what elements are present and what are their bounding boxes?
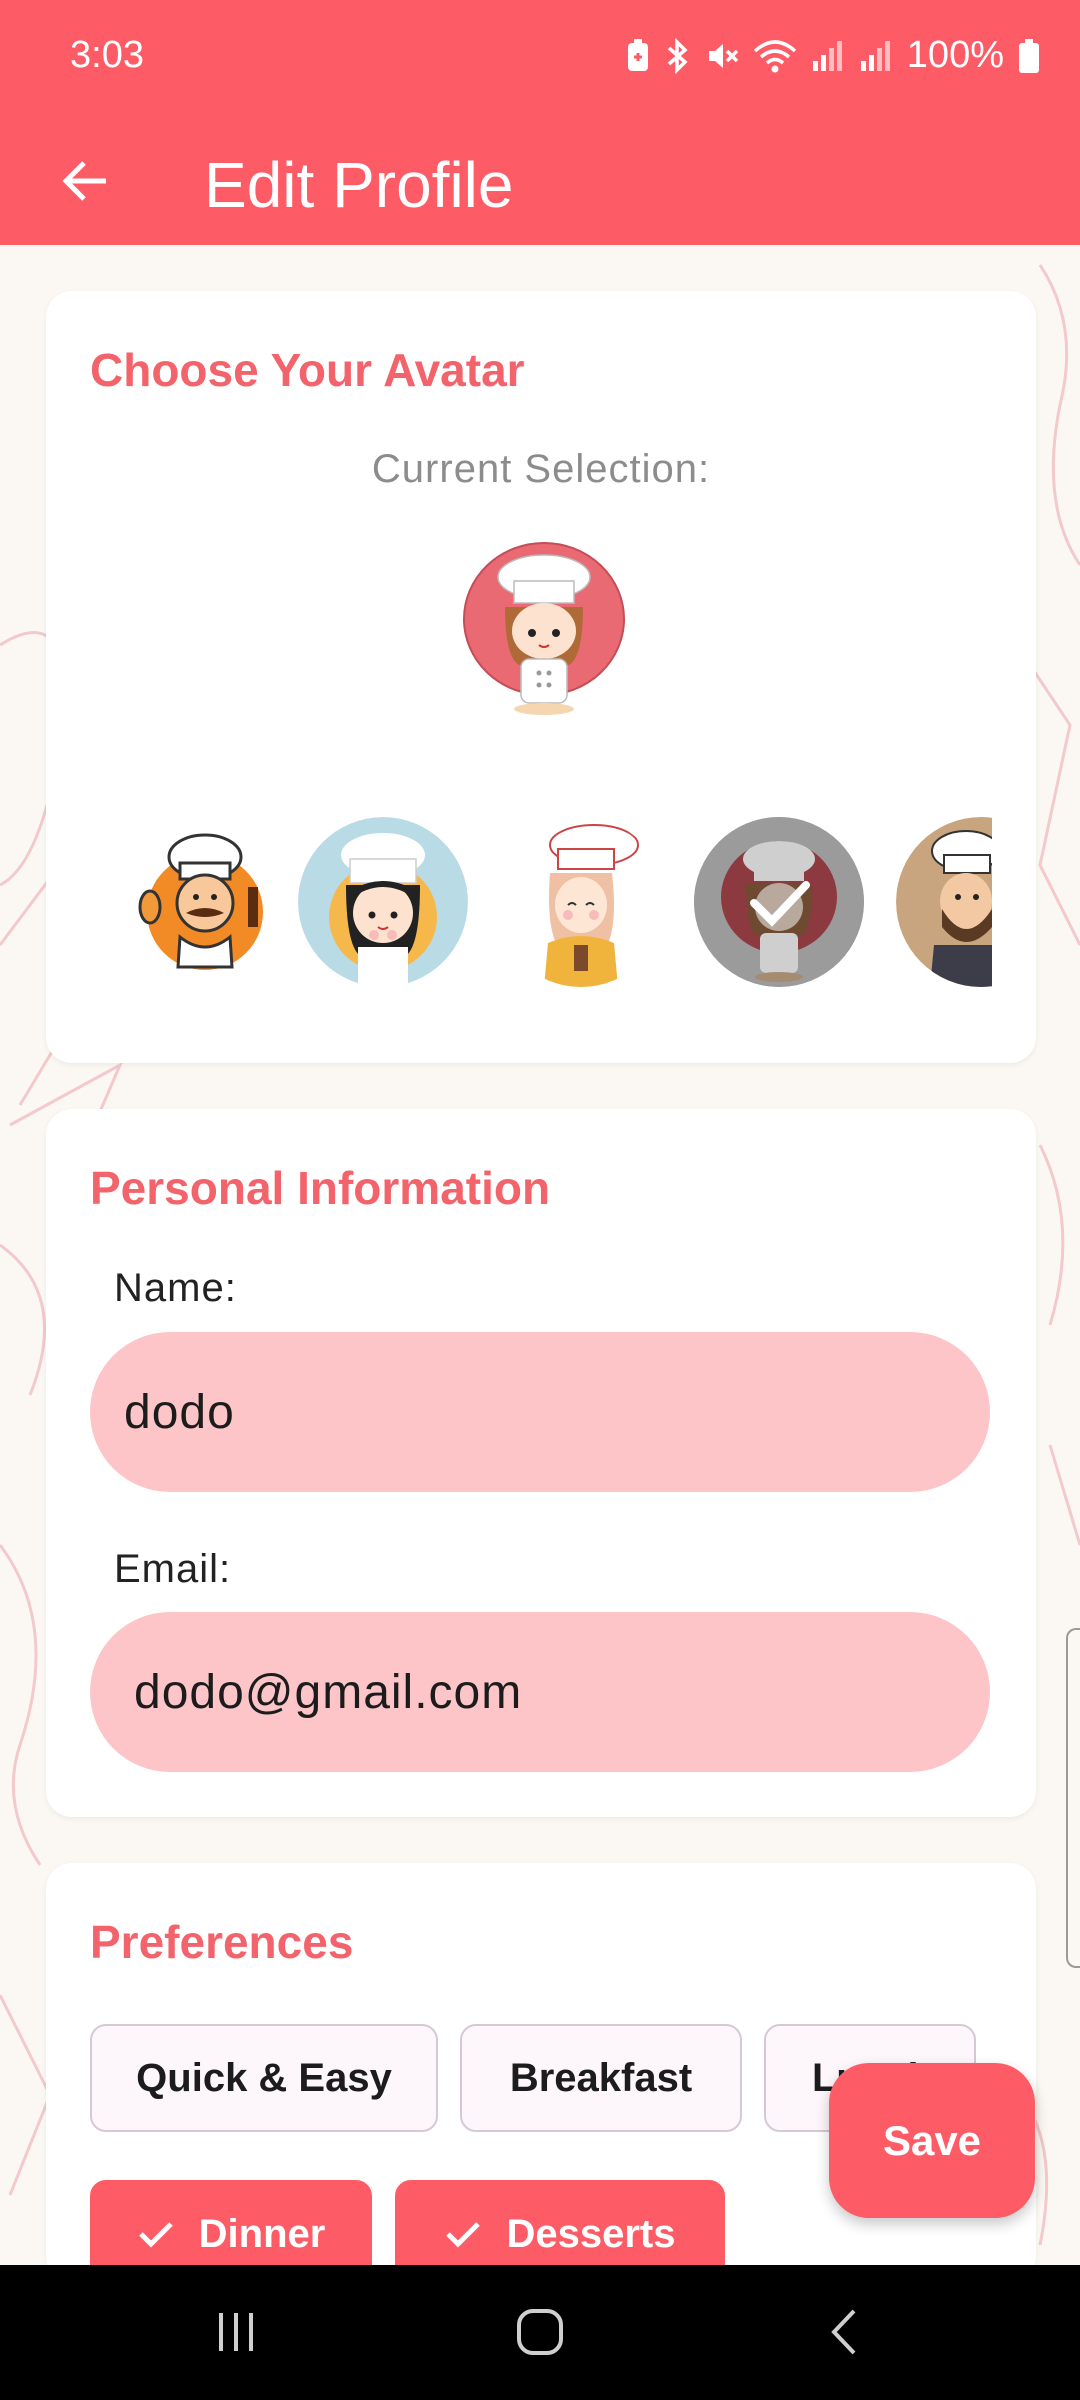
signal-icon-2 [860, 40, 890, 71]
recent-apps-icon [219, 2313, 253, 2351]
app-bar: Edit Profile [0, 118, 1080, 245]
chip-label: Desserts [506, 2211, 676, 2256]
avatar-option-chef-bearded[interactable] [896, 817, 992, 987]
recent-apps-button[interactable] [196, 2295, 276, 2369]
chip-label: Breakfast [509, 2055, 693, 2100]
chip-breakfast[interactable]: Breakfast [460, 2024, 742, 2132]
mute-icon [708, 43, 739, 68]
avatar-option-chef-girl-red-selected[interactable] [694, 817, 864, 987]
check-icon [750, 881, 810, 927]
home-icon [517, 2309, 563, 2355]
back-icon [831, 2309, 856, 2355]
battery-saver-icon [627, 38, 648, 71]
chip-quick-easy[interactable]: Quick & Easy [90, 2024, 438, 2132]
email-field[interactable]: dodo@gmail.com [90, 1612, 990, 1772]
current-avatar-image [463, 542, 625, 715]
name-label: Name: [114, 1266, 237, 1310]
avatar-card: Choose Your Avatar Current Selection: [46, 291, 1036, 1063]
preferences-title: Preferences [90, 1916, 354, 1968]
save-button[interactable]: Save [829, 2063, 1035, 2218]
personal-info-card: Personal Information Name: dodo Email: d… [46, 1109, 1036, 1817]
battery-icon [1019, 38, 1039, 73]
nav-back-button[interactable] [804, 2295, 884, 2369]
avatar-option-chef-girl-yellow[interactable] [496, 817, 666, 987]
name-field[interactable]: dodo [90, 1332, 990, 1492]
back-button[interactable] [50, 146, 120, 216]
page-title: Edit Profile [204, 149, 514, 221]
personal-info-title: Personal Information [90, 1162, 551, 1214]
signal-icon [812, 40, 842, 71]
system-nav-bar [0, 2265, 1080, 2400]
status-time: 3:03 [70, 34, 144, 76]
avatar-option-chef-mustache[interactable] [120, 817, 290, 987]
avatar-section-title: Choose Your Avatar [90, 344, 525, 396]
avatar-options-list[interactable] [90, 817, 992, 989]
chip-label: Dinner [198, 2211, 326, 2256]
scrollbar[interactable] [1066, 1628, 1080, 1968]
status-bar: 3:03 100% [0, 0, 1080, 118]
bluetooth-icon [667, 37, 688, 74]
battery-percent: 100% [906, 34, 1004, 76]
status-icons: 100% [625, 34, 1040, 77]
check-icon [446, 2222, 481, 2248]
home-button[interactable] [500, 2295, 580, 2369]
email-label: Email: [114, 1547, 232, 1591]
arrow-left-icon [62, 161, 106, 201]
email-value: dodo@gmail.com [134, 1665, 523, 1719]
wifi-icon [753, 39, 796, 72]
avatar-option-chef-girl-blue[interactable] [298, 817, 468, 987]
name-value: dodo [124, 1385, 235, 1439]
current-selection-label: Current Selection: [371, 447, 711, 491]
chip-label: Quick & Easy [136, 2055, 392, 2100]
check-icon [138, 2222, 173, 2248]
